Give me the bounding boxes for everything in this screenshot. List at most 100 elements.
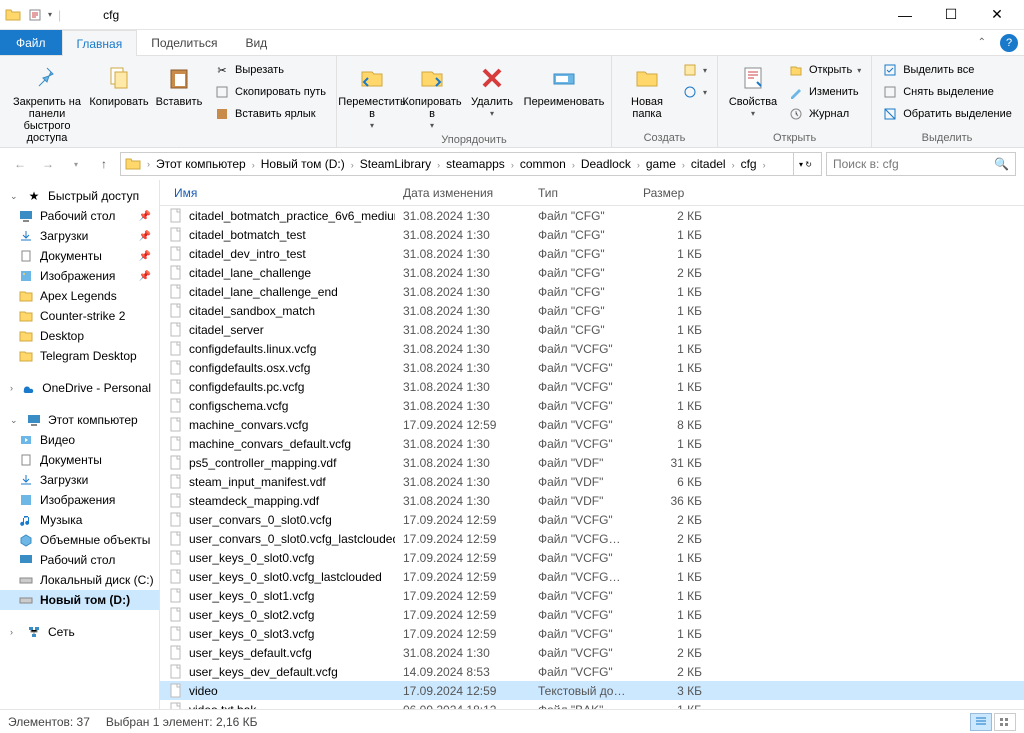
sidebar-music[interactable]: Музыка [0,510,159,530]
sidebar-network[interactable]: ›Сеть [0,622,159,642]
file-row[interactable]: citadel_server31.08.2024 1:30Файл "CFG"1… [160,320,1024,339]
file-row[interactable]: ps5_controller_mapping.vdf31.08.2024 1:3… [160,453,1024,472]
breadcrumb[interactable]: › Этот компьютер›Новый том (D:)›SteamLib… [120,152,822,176]
sidebar-documents[interactable]: Документы📌 [0,246,159,266]
copy-path-button[interactable]: Скопировать путь [210,82,330,102]
column-size[interactable]: Размер [635,186,710,200]
breadcrumb-item[interactable]: Deadlock [577,157,635,171]
sidebar-desktop[interactable]: Рабочий стол📌 [0,206,159,226]
qat-properties-icon[interactable] [26,6,44,24]
file-row[interactable]: video17.09.2024 12:59Текстовый докум...3… [160,681,1024,700]
sidebar-documents2[interactable]: Документы [0,450,159,470]
file-row[interactable]: user_keys_dev_default.vcfg14.09.2024 8:5… [160,662,1024,681]
breadcrumb-item[interactable]: Новый том (D:) [257,157,349,171]
sidebar-apex[interactable]: Apex Legends [0,286,159,306]
recent-dropdown[interactable]: ▾ [64,152,88,176]
view-icons-button[interactable] [994,713,1016,731]
file-row[interactable]: user_convars_0_slot0.vcfg17.09.2024 12:5… [160,510,1024,529]
column-type[interactable]: Тип [530,186,635,200]
sidebar-local-c[interactable]: Локальный диск (C:) [0,570,159,590]
ribbon-collapse-icon[interactable]: ⌃ [970,30,994,55]
breadcrumb-item[interactable]: SteamLibrary [356,157,435,171]
help-icon[interactable]: ? [1000,34,1018,52]
select-none-button[interactable]: Снять выделение [878,82,1016,102]
breadcrumb-item[interactable]: cfg [737,157,761,171]
sidebar-downloads[interactable]: Загрузки📌 [0,226,159,246]
breadcrumb-item[interactable]: common [516,157,570,171]
sidebar-cs2[interactable]: Counter-strike 2 [0,306,159,326]
breadcrumb-item[interactable]: steamapps [442,157,509,171]
rename-button[interactable]: Переименовать [523,60,605,110]
file-row[interactable]: steam_input_manifest.vdf31.08.2024 1:30Ф… [160,472,1024,491]
sidebar-3d-objects[interactable]: Объемные объекты [0,530,159,550]
tab-home[interactable]: Главная [62,30,138,56]
back-button[interactable]: ← [8,152,32,176]
file-row[interactable]: user_keys_0_slot3.vcfg17.09.2024 12:59Фа… [160,624,1024,643]
column-date[interactable]: Дата изменения [395,186,530,200]
file-row[interactable]: citadel_botmatch_practice_6v6_medium31.0… [160,206,1024,225]
file-row[interactable]: video.txt.bak06.09.2024 18:12Файл "BAK"1… [160,700,1024,709]
breadcrumb-item[interactable]: game [642,157,680,171]
qat-dropdown-icon[interactable]: ▾ [48,10,52,19]
breadcrumb-item[interactable]: citadel [687,157,730,171]
new-folder-button[interactable]: Новая папка [618,60,676,122]
file-row[interactable]: steamdeck_mapping.vdf31.08.2024 1:30Файл… [160,491,1024,510]
tab-file[interactable]: Файл [0,30,62,55]
invert-selection-button[interactable]: Обратить выделение [878,104,1016,124]
file-row[interactable]: configdefaults.pc.vcfg31.08.2024 1:30Фай… [160,377,1024,396]
paste-button[interactable]: Вставить [150,60,208,110]
copy-to-button[interactable]: Копировать в▾ [403,60,461,133]
minimize-button[interactable]: — [882,0,928,30]
file-row[interactable]: citadel_botmatch_test31.08.2024 1:30Файл… [160,225,1024,244]
view-details-button[interactable] [970,713,992,731]
file-row[interactable]: citadel_dev_intro_test31.08.2024 1:30Фай… [160,244,1024,263]
file-row[interactable]: configdefaults.osx.vcfg31.08.2024 1:30Фа… [160,358,1024,377]
paste-shortcut-button[interactable]: Вставить ярлык [210,104,330,124]
copy-button[interactable]: Копировать [90,60,148,110]
file-row[interactable]: machine_convars.vcfg17.09.2024 12:59Файл… [160,415,1024,434]
file-row[interactable]: user_keys_0_slot2.vcfg17.09.2024 12:59Фа… [160,605,1024,624]
easy-access-button[interactable]: ▾ [678,82,711,102]
select-all-button[interactable]: Выделить все [878,60,1016,80]
edit-button[interactable]: Изменить [784,82,865,102]
file-row[interactable]: configdefaults.linux.vcfg31.08.2024 1:30… [160,339,1024,358]
sidebar-this-pc[interactable]: ⌄Этот компьютер [0,410,159,430]
move-to-button[interactable]: Переместить в▾ [343,60,401,133]
properties-button[interactable]: Свойства▾ [724,60,782,121]
file-row[interactable]: user_keys_0_slot0.vcfg_lastclouded17.09.… [160,567,1024,586]
file-row[interactable]: citadel_lane_challenge31.08.2024 1:30Фай… [160,263,1024,282]
file-row[interactable]: user_keys_0_slot0.vcfg17.09.2024 12:59Фа… [160,548,1024,567]
refresh-button[interactable]: ▾ ↻ [793,153,817,175]
breadcrumb-item[interactable]: Этот компьютер [152,157,250,171]
file-row[interactable]: configschema.vcfg31.08.2024 1:30Файл "VC… [160,396,1024,415]
forward-button[interactable]: → [36,152,60,176]
sidebar-desktop2[interactable]: Desktop [0,326,159,346]
sidebar-pictures2[interactable]: Изображения [0,490,159,510]
file-row[interactable]: user_keys_0_slot1.vcfg17.09.2024 12:59Фа… [160,586,1024,605]
close-button[interactable]: ✕ [974,0,1020,30]
sidebar-local-d[interactable]: Новый том (D:) [0,590,159,610]
sidebar-onedrive[interactable]: ›OneDrive - Personal [0,378,159,398]
file-row[interactable]: machine_convars_default.vcfg31.08.2024 1… [160,434,1024,453]
column-name[interactable]: Имя [160,186,395,200]
sidebar-quick-access[interactable]: ⌄★Быстрый доступ [0,186,159,206]
open-button[interactable]: Открыть▾ [784,60,865,80]
sidebar-telegram[interactable]: Telegram Desktop [0,346,159,366]
file-row[interactable]: citadel_lane_challenge_end31.08.2024 1:3… [160,282,1024,301]
sidebar-pictures[interactable]: Изображения📌 [0,266,159,286]
file-row[interactable]: user_keys_default.vcfg31.08.2024 1:30Фай… [160,643,1024,662]
new-item-button[interactable]: ▾ [678,60,711,80]
file-row[interactable]: citadel_sandbox_match31.08.2024 1:30Файл… [160,301,1024,320]
cut-button[interactable]: ✂Вырезать [210,60,330,80]
file-row[interactable]: user_convars_0_slot0.vcfg_lastclouded17.… [160,529,1024,548]
sidebar-desktop3[interactable]: Рабочий стол [0,550,159,570]
tab-share[interactable]: Поделиться [137,30,231,55]
up-button[interactable]: ↑ [92,152,116,176]
search-input[interactable]: Поиск в: cfg 🔍 [826,152,1016,176]
history-button[interactable]: Журнал [784,104,865,124]
maximize-button[interactable]: ☐ [928,0,974,30]
sidebar-downloads2[interactable]: Загрузки [0,470,159,490]
tab-view[interactable]: Вид [231,30,281,55]
delete-button[interactable]: Удалить▾ [463,60,521,121]
sidebar-videos[interactable]: Видео [0,430,159,450]
